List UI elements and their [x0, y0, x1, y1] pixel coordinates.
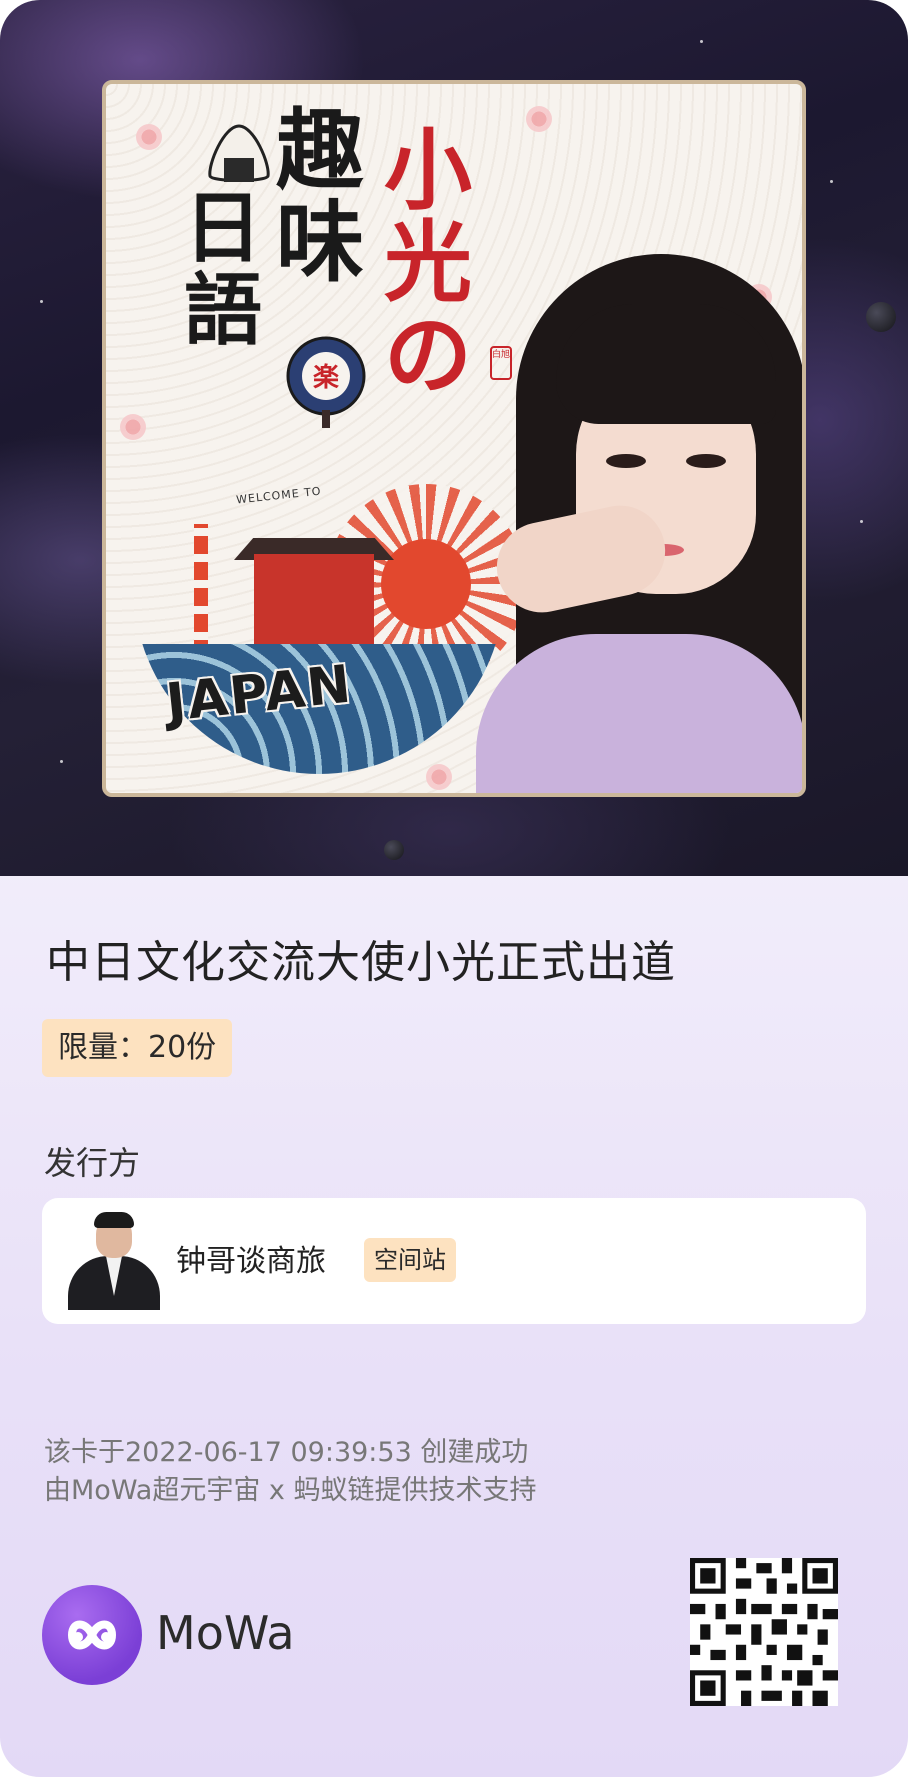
star-decoration — [60, 760, 63, 763]
welcome-text: WELCOME TO — [235, 484, 323, 507]
qr-code-icon[interactable] — [690, 1558, 838, 1706]
avatar[interactable] — [66, 1212, 162, 1310]
sakura-petal — [526, 106, 552, 132]
mowa-logo-icon — [42, 1585, 142, 1685]
cover-artwork: 日 語 趣 味 小 光 の 白旭 楽 WELCOME TO JAPAN — [102, 80, 806, 797]
nft-card: 日 語 趣 味 小 光 の 白旭 楽 WELCOME TO JAPAN 中日文化… — [0, 0, 908, 1777]
portrait-shirt — [476, 634, 802, 793]
portrait-bangs — [556, 304, 776, 424]
star-decoration — [40, 300, 43, 303]
sakura-petal — [120, 414, 146, 440]
sakura-petal — [136, 124, 162, 150]
limit-badge: 限量：20份 — [42, 1019, 233, 1077]
star-decoration — [700, 40, 703, 43]
portrait-photo — [436, 254, 802, 793]
infinity-icon — [67, 1620, 117, 1650]
svg-text:楽: 楽 — [313, 363, 340, 393]
tokyo-tower — [194, 524, 208, 644]
temple — [254, 554, 374, 644]
portrait-eye — [686, 454, 726, 468]
created-text: 该卡于2022-06-17 09:39:53 创建成功 — [44, 1437, 529, 1468]
issuer-name[interactable]: 钟哥谈商旅 — [176, 1236, 326, 1280]
cover-char: 趣 — [276, 98, 365, 202]
star-decoration — [860, 520, 863, 523]
portrait-eye — [606, 454, 646, 468]
onigiri-icon — [208, 124, 270, 182]
cover-char: 味 — [276, 190, 365, 295]
cover-char: 日 — [184, 183, 263, 274]
cover-title-middle: 趣 味 — [276, 104, 364, 289]
star-decoration — [830, 180, 833, 183]
planet-decoration — [384, 840, 404, 860]
nft-title: 中日文化交流大使小光正式出道 — [46, 937, 676, 988]
issuer-section-label: 发行方 — [44, 1144, 141, 1182]
issuer-card[interactable]: 钟哥谈商旅 空间站 — [42, 1198, 866, 1324]
brand-name: MoWa — [156, 1606, 295, 1660]
cover-title-left: 日 語 — [184, 188, 262, 352]
support-text: 由MoWa超元宇宙 x 蚂蚁链提供技术支持 — [44, 1475, 537, 1506]
issuer-badge: 空间站 — [364, 1238, 456, 1282]
avatar-hair — [94, 1212, 134, 1228]
planet-decoration — [866, 302, 896, 332]
cover-char: 小 — [384, 118, 473, 222]
cover-char: 語 — [184, 264, 263, 356]
fan-icon: 楽 — [286, 336, 366, 428]
